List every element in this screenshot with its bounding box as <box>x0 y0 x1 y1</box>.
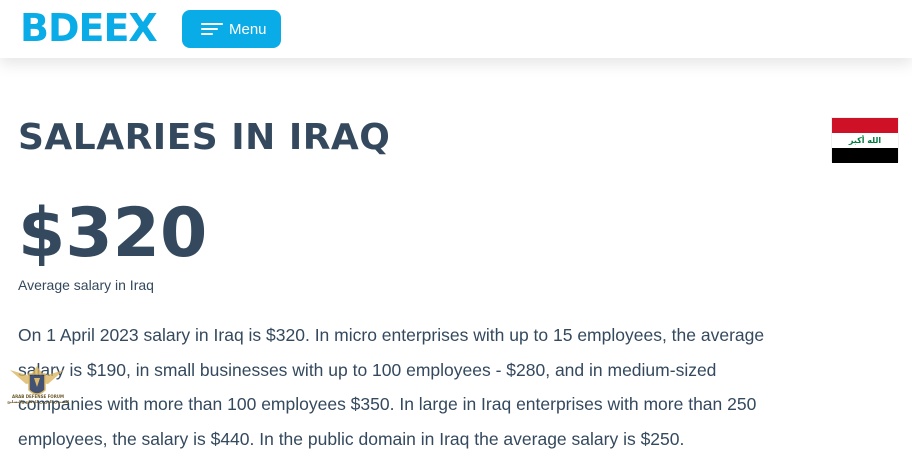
menu-button-label: Menu <box>229 20 267 38</box>
iraq-flag-icon: الله أكبر <box>831 117 899 163</box>
site-header: BDEEX Menu <box>0 0 912 58</box>
flag-inscription: الله أكبر <box>848 136 882 145</box>
flag-black-stripe <box>832 148 898 163</box>
watermark-caption: ARAB DEFENSE FORUM المنتدى العربي للدفاع… <box>6 394 70 404</box>
watermark-line-2: المنتدى العربي للدفاع والتسليح <box>7 399 69 404</box>
page-title: SALARIES IN IRAQ <box>18 117 391 158</box>
menu-button[interactable]: Menu <box>182 10 281 48</box>
site-logo[interactable]: BDEEX <box>20 6 158 50</box>
flag-red-stripe <box>832 118 898 133</box>
main-content: SALARIES IN IRAQ الله أكبر $320 Average … <box>0 58 912 468</box>
salary-description: On 1 April 2023 salary in Iraq is $320. … <box>18 325 765 449</box>
average-salary-value: $320 <box>18 194 208 273</box>
average-salary-caption: Average salary in Iraq <box>18 277 154 293</box>
hamburger-menu-icon <box>201 21 223 37</box>
